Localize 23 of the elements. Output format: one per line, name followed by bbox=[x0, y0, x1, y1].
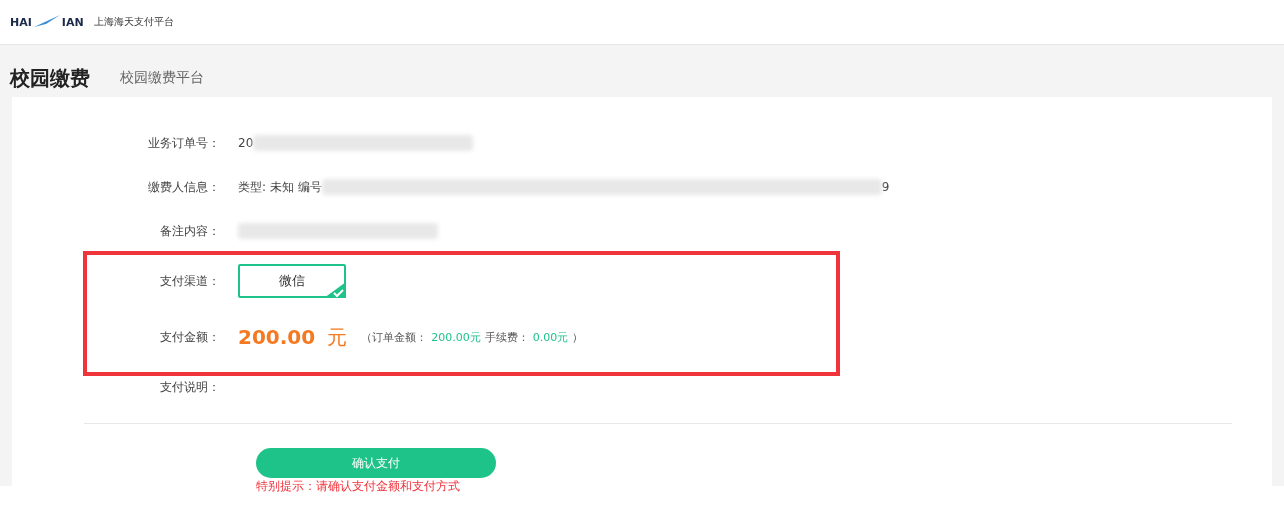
page-title: 校园缴费 bbox=[10, 64, 90, 92]
amount-note: ） bbox=[572, 329, 584, 345]
field-value: 类型: 未知 编号 bbox=[238, 178, 322, 196]
field-value: 20 bbox=[238, 136, 254, 150]
field-label: 支付说明： bbox=[159, 378, 221, 396]
payment-option[interactable]: 微信 bbox=[238, 264, 346, 298]
field-value: 9 bbox=[881, 180, 890, 194]
field-label: 支付金额： bbox=[159, 328, 221, 346]
field-label: 业务订单号： bbox=[147, 134, 221, 152]
page-subtitle: 校园缴费平台 bbox=[120, 69, 204, 87]
field-label: 支付渠道： bbox=[159, 272, 221, 290]
check-icon bbox=[324, 282, 346, 298]
currency-unit: 元 bbox=[327, 323, 348, 351]
payment-amount: 200.00 bbox=[238, 325, 316, 349]
order-amount: 200.00元 bbox=[431, 329, 481, 345]
fee-label: 手续费： bbox=[484, 329, 529, 345]
warning-text: 特别提示：请确认支付金额和支付方式 bbox=[256, 478, 460, 495]
platform-name: 上海海天支付平台 bbox=[93, 15, 174, 29]
field-label: 缴费人信息： bbox=[147, 178, 221, 196]
logo: HAI IAN bbox=[10, 15, 84, 29]
fee-amount: 0.00元 bbox=[532, 329, 569, 345]
field-label: 备注内容： bbox=[159, 222, 221, 240]
amount-note: （订单金额： bbox=[361, 329, 428, 345]
